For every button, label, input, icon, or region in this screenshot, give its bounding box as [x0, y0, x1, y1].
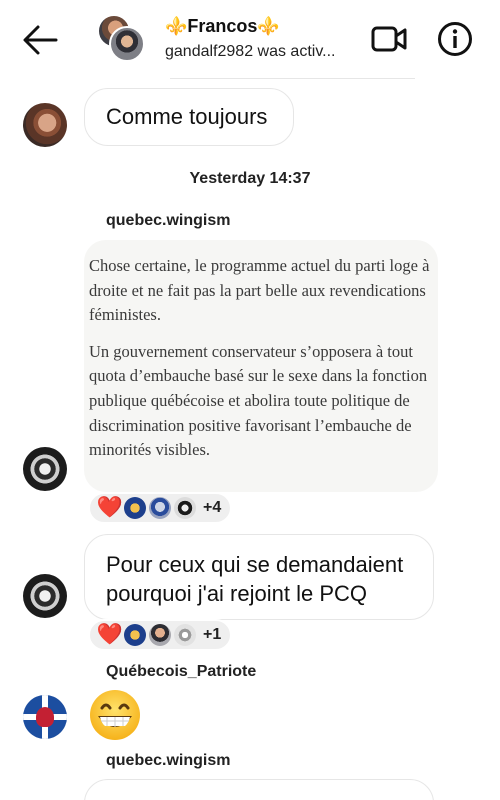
sender-avatar[interactable]: [23, 447, 67, 491]
message-text: Pour ceux qui se demandaient pourquoi j'…: [106, 552, 404, 606]
sender-avatar[interactable]: [23, 103, 67, 147]
back-arrow-icon[interactable]: [20, 22, 60, 58]
info-icon[interactable]: [437, 21, 473, 57]
post-paragraph: Un gouvernement conservateur s’opposera …: [89, 341, 428, 460]
message-bubble[interactable]: Comme toujours: [84, 88, 294, 146]
chat-title[interactable]: ⚜️Francos⚜️: [165, 16, 280, 37]
message-bubble[interactable]: Pour ceux qui se demandaient pourquoi j'…: [84, 534, 434, 620]
heart-icon: [36, 707, 54, 727]
sender-avatar[interactable]: [23, 695, 67, 739]
reactor-avatar: [149, 624, 171, 646]
activity-status: gandalf2982 was activ...: [165, 43, 336, 60]
sender-avatar[interactable]: [23, 574, 67, 618]
message-text: Comme toujours: [106, 104, 268, 129]
reactor-avatar: [149, 497, 171, 519]
timestamp: Yesterday 14:37: [189, 170, 311, 187]
reactor-avatar: [124, 624, 146, 646]
sender-name: quebec.wingism: [106, 752, 231, 769]
reactor-avatar: [174, 624, 196, 646]
reactions-bar[interactable]: ❤️ +1: [88, 619, 232, 651]
reactor-avatar: [174, 497, 196, 519]
sender-name: quebec.wingism: [106, 212, 231, 229]
post-text: Chose certaine, le programme actuel du p…: [89, 254, 434, 463]
divider: [170, 78, 415, 79]
reactions-bar[interactable]: ❤️ +4: [88, 492, 232, 524]
group-avatar[interactable]: [97, 14, 147, 62]
heart-reaction-icon: ❤️: [96, 623, 124, 646]
reaction-count: +4: [203, 499, 222, 516]
post-paragraph: Chose certaine, le programme actuel du p…: [89, 256, 430, 325]
sender-name: Québecois_Patriote: [106, 663, 257, 680]
chat-header: ⚜️Francos⚜️ gandalf2982 was activ...: [0, 0, 500, 79]
shared-post[interactable]: Chose certaine, le programme actuel du p…: [84, 240, 438, 492]
reactor-avatar: [124, 497, 146, 519]
heart-reaction-icon: ❤️: [96, 496, 124, 519]
member-avatar: [109, 26, 145, 62]
grinning-face-emoji-icon[interactable]: [88, 688, 142, 742]
reaction-count: +1: [203, 626, 222, 643]
message-bubble[interactable]: [84, 779, 434, 800]
video-call-icon[interactable]: [370, 22, 408, 56]
